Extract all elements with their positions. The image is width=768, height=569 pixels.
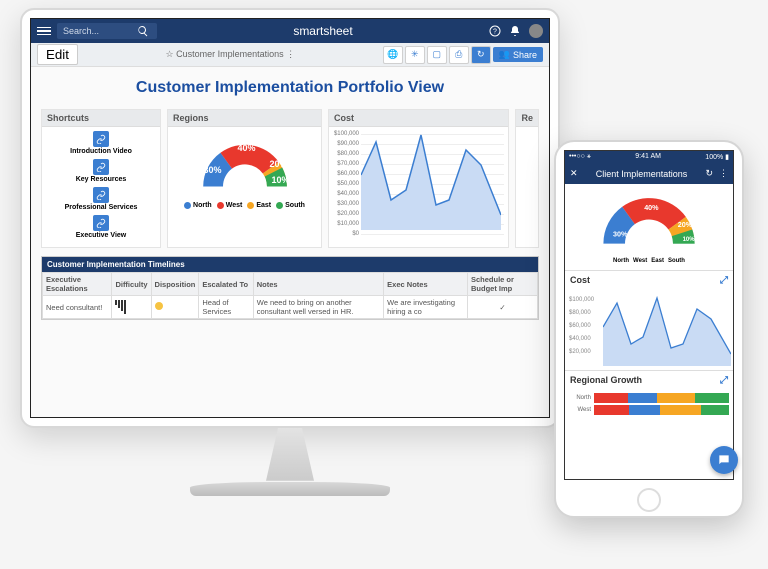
- page-title: Customer Implementation Portfolio View: [41, 71, 539, 109]
- segment-label-west: 40%: [238, 143, 256, 153]
- regions-header: Regions: [168, 110, 321, 127]
- extra-header: Re: [516, 110, 538, 127]
- phone-growth-label: Regional Growth: [570, 375, 642, 386]
- shortcut-item[interactable]: Key Resources: [46, 159, 156, 183]
- sheet-title[interactable]: ☆ Customer Implementations ⋮: [84, 49, 377, 60]
- cost-area-chart: [361, 130, 501, 230]
- col-notes[interactable]: Notes: [253, 273, 383, 296]
- hamburger-icon[interactable]: [37, 24, 51, 38]
- shortcuts-panel: Shortcuts Introduction Video Key Resourc…: [41, 109, 161, 248]
- refresh-icon[interactable]: ↻: [705, 168, 713, 179]
- search-icon: [137, 25, 149, 37]
- help-icon[interactable]: ?: [489, 25, 501, 37]
- svg-text:40%: 40%: [644, 203, 659, 212]
- brand-logo: smartsheet: [163, 24, 483, 38]
- monitor-stand: [250, 428, 330, 488]
- svg-text:10%: 10%: [683, 237, 696, 243]
- segment-label-east: 20%: [270, 159, 288, 169]
- col-exec-notes[interactable]: Exec Notes: [384, 273, 468, 296]
- phone-cost-label: Cost: [570, 275, 590, 286]
- segment-label-south: 10%: [272, 175, 290, 185]
- growth-bar-west: West: [569, 405, 729, 415]
- regions-panel: Regions: [167, 109, 322, 248]
- phone-status-bar: •••○○ ⚹9:41 AM100% ▮: [565, 151, 733, 163]
- phone-cost-chart: $100,000 $80,000 $60,000 $40,000 $20,000: [565, 290, 733, 370]
- share-label: Share: [513, 50, 537, 60]
- monitor-base: [190, 482, 390, 496]
- timeline-table: Customer Implementation Timelines Execut…: [41, 256, 539, 320]
- col-difficulty[interactable]: Difficulty: [112, 273, 151, 296]
- segment-label-north: 30%: [204, 165, 222, 175]
- phone-screen: •••○○ ⚹9:41 AM100% ▮ ✕ Client Implementa…: [564, 150, 734, 480]
- difficulty-icon: [115, 300, 147, 314]
- svg-text:?: ?: [493, 29, 497, 36]
- expand-icon[interactable]: ⤢: [720, 275, 728, 286]
- link-icon: [93, 187, 109, 203]
- col-schedule[interactable]: Schedule or Budget Imp: [468, 273, 538, 296]
- avatar[interactable]: [529, 24, 543, 38]
- chat-fab[interactable]: [710, 446, 738, 474]
- tools-button[interactable]: ✳: [405, 46, 425, 64]
- mobile-phone: •••○○ ⚹9:41 AM100% ▮ ✕ Client Implementa…: [554, 140, 744, 518]
- present-button[interactable]: ▢: [427, 46, 447, 64]
- shortcuts-header: Shortcuts: [42, 110, 160, 127]
- cost-header: Cost: [329, 110, 508, 127]
- table-row[interactable]: Need consultant! Head of Services We nee…: [43, 296, 538, 319]
- refresh-button[interactable]: ↻: [471, 46, 491, 64]
- col-disposition[interactable]: Disposition: [151, 273, 199, 296]
- shortcut-item[interactable]: Introduction Video: [46, 131, 156, 155]
- svg-text:20%: 20%: [678, 220, 693, 229]
- top-bar: smartsheet ?: [31, 19, 549, 43]
- shortcuts-body: Introduction Video Key Resources Profess…: [42, 127, 160, 247]
- phone-header: ✕ Client Implementations ↻ ⋮: [565, 163, 733, 184]
- close-icon[interactable]: ✕: [570, 168, 578, 179]
- phone-growth-section: Regional Growth ⤢ North West: [565, 370, 733, 420]
- svg-text:30%: 30%: [613, 229, 628, 238]
- link-icon: [93, 159, 109, 175]
- home-button[interactable]: [637, 488, 661, 512]
- phone-cost-section: Cost ⤢ $100,000 $80,000 $60,000 $40,000 $…: [565, 270, 733, 370]
- phone-growth-chart: North West: [565, 390, 733, 420]
- col-escalations[interactable]: Executive Escalations: [43, 273, 112, 296]
- expand-icon[interactable]: ⤢: [720, 375, 728, 386]
- col-escalated-to[interactable]: Escalated To: [199, 273, 253, 296]
- shortcut-item[interactable]: Executive View: [46, 215, 156, 239]
- print-button[interactable]: ⎙: [449, 46, 469, 64]
- link-icon: [93, 131, 109, 147]
- disposition-dot: [155, 302, 163, 310]
- search-input[interactable]: [63, 26, 133, 36]
- secondary-bar: Edit ☆ Customer Implementations ⋮ 🌐 ✳ ▢ …: [31, 43, 549, 67]
- search-field[interactable]: [57, 23, 157, 39]
- more-icon[interactable]: ⋮: [719, 168, 728, 179]
- shortcut-item[interactable]: Professional Services: [46, 187, 156, 211]
- edit-button[interactable]: Edit: [37, 44, 78, 65]
- regions-body: 30% 40% 20% 10% North West East South: [168, 127, 321, 247]
- phone-legend: North West East South: [613, 258, 685, 266]
- dashboard-main: Customer Implementation Portfolio View S…: [31, 67, 549, 417]
- cost-body: $100,000 $90,000 $80,000 $70,000 $60,000…: [329, 127, 508, 247]
- cost-panel: Cost $100,000 $90,000 $80,000 $70,000 $6…: [328, 109, 509, 248]
- extra-panel: Re: [515, 109, 539, 248]
- table-title: Customer Implementation Timelines: [42, 257, 538, 272]
- link-icon: [93, 215, 109, 231]
- share-button[interactable]: 👥 Share: [493, 47, 543, 62]
- app-screen: smartsheet ? Edit ☆ Customer Implementat…: [30, 18, 550, 418]
- globe-button[interactable]: 🌐: [383, 46, 403, 64]
- desktop-monitor: smartsheet ? Edit ☆ Customer Implementat…: [20, 8, 560, 428]
- phone-regions-chart: 30% 40% 20% 10% North West East South: [565, 184, 733, 270]
- regions-donut-chart: 30% 40% 20% 10%: [190, 131, 300, 196]
- bell-icon[interactable]: [509, 25, 521, 37]
- phone-title: Client Implementations: [578, 169, 706, 179]
- growth-bar-north: North: [569, 393, 729, 403]
